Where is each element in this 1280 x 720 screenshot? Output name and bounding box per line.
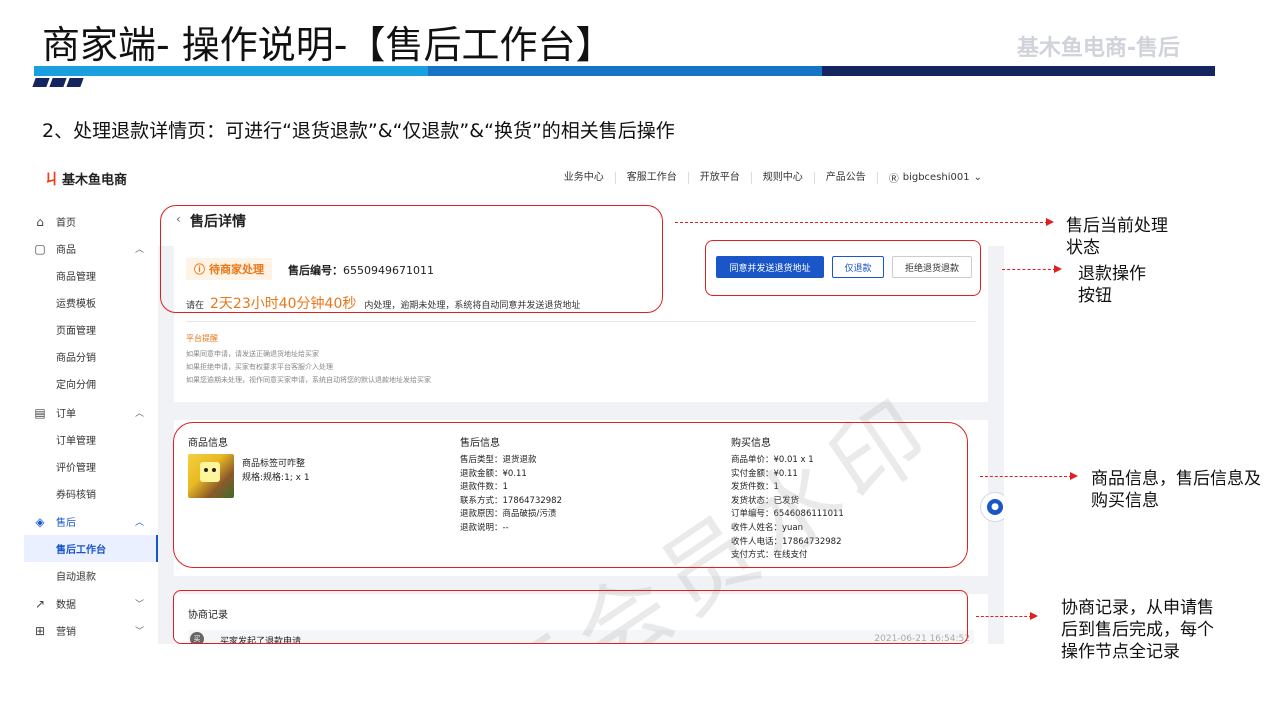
info-card: 商品信息 商品标签可咋整 规格:规格:1; x 1 售后信息 售后类型：退货退款… [174, 420, 988, 576]
arrow-icon [1030, 612, 1038, 620]
buttons-connector [1002, 269, 1056, 270]
brand-label: 基木鱼电商-售后 [1016, 36, 1180, 61]
chevron-down-icon: ⌄ [973, 172, 982, 183]
sidebar: ⌂ 首页 ▢ 商品 ︿ 商品管理 运费模板 页面管理 商品分销 定向分佣 ▤ 订单 ︿ 订… [24, 196, 158, 644]
chevron-up-icon: ︿ [134, 518, 144, 528]
user-menu[interactable]: Ⓡ bigbceshi001 ⌄ [878, 170, 982, 185]
product-name: 商品标签可咋整 [242, 459, 306, 469]
aftersale-number: 售后编号：6550949671011 [288, 264, 434, 277]
back-icon[interactable]: ‹ [176, 212, 181, 226]
nav-rules-center[interactable]: 规则中心 [752, 171, 815, 184]
sidebar-item-order-manage[interactable]: 订单管理 [24, 426, 158, 453]
sidebar-item-commission[interactable]: 定向分佣 [24, 370, 158, 397]
header-color-bar [34, 66, 1215, 76]
bar-segment-mid [428, 66, 822, 76]
log-entry-time: 2021-06-21 16:54:52 [874, 634, 970, 644]
sidebar-group-orders[interactable]: ▤ 订单 ︿ [24, 399, 158, 426]
reject-refund-button[interactable]: 拒绝退货退款 [892, 256, 972, 278]
order-icon: ▤ [34, 405, 46, 420]
shield-icon: ◈ [35, 514, 45, 529]
user-icon: Ⓡ [888, 174, 899, 185]
chevron-down-icon: ﹀ [134, 627, 144, 637]
nav-customer-service[interactable]: 客服工作台 [616, 171, 689, 184]
product-spec: 规格:规格:1; x 1 [242, 473, 310, 483]
sidebar-item-auto-refund[interactable]: 自动退款 [24, 562, 158, 589]
status-note: 售后当前处理 状态 [1066, 216, 1168, 258]
logo-mark-icon: ㄐ [44, 170, 60, 188]
status-connector [675, 222, 1048, 223]
negotiation-log-card: 协商记录 买 买家发起了退款申请 2021-06-21 16:54:52 [174, 594, 988, 644]
aftersale-info-title: 售后信息 [460, 438, 500, 449]
notice-line: 如果同意申请，请发送正确退货地址给买家 [186, 350, 319, 358]
notice-line: 如果您逾期未处理，视作同意买家申请，系统自动将您的默认退款地址发给买家 [186, 376, 431, 384]
chevron-up-icon: ︿ [134, 409, 144, 419]
detail-header: ‹ 售后详情 [158, 196, 1004, 246]
bar-segment-light [34, 66, 428, 76]
sidebar-item-shipping-template[interactable]: 运费模板 [24, 289, 158, 316]
log-note: 协商记录，从申请售 后到售后完成，每个 操作节点全记录 [1061, 598, 1214, 662]
box-icon: ▢ [34, 241, 46, 256]
notice-line: 如果拒绝申请，买家有权要求平台客服介入处理 [186, 363, 333, 371]
log-entry: 买 买家发起了退款申请 2021-06-21 16:54:52 [188, 630, 974, 644]
sidebar-group-marketing[interactable]: ⊞ 营销 ﹀ [24, 617, 158, 644]
info-connector [980, 476, 1072, 477]
refund-only-button[interactable]: 仅退款 [832, 256, 884, 278]
slide-subtitle: 2、处理退款详情页：可进行“退货退款”&“仅退款”&“换货”的相关售后操作 [42, 120, 675, 142]
divider [186, 321, 976, 322]
app-topbar: ㄐ 基木鱼电商 业务中心 客服工作台 开放平台 规则中心 产品公告 Ⓡ bigb… [24, 160, 1004, 196]
sidebar-item-aftersale-workbench[interactable]: 售后工作台 [24, 535, 158, 562]
nav-open-platform[interactable]: 开放平台 [689, 171, 752, 184]
nav-announcements[interactable]: 产品公告 [815, 171, 878, 184]
nav-business-center[interactable]: 业务中心 [553, 171, 616, 184]
purchase-info-title: 购买信息 [731, 438, 771, 449]
countdown-timer: 2天23小时40分钟40秒 [210, 296, 357, 312]
log-title: 协商记录 [188, 610, 228, 621]
product-image[interactable] [188, 454, 234, 498]
arrow-icon [1046, 218, 1054, 226]
purchase-info-list: 商品单价：¥0.01 x 1 实付金额：¥0.11 发货件数：1 发货状态：已发… [731, 455, 844, 561]
app-screenshot: ㄐ 基木鱼电商 业务中心 客服工作台 开放平台 规则中心 产品公告 Ⓡ bigb… [24, 160, 1004, 644]
app-logo[interactable]: ㄐ 基木鱼电商 [44, 168, 127, 189]
chat-float-button[interactable]: ● [980, 492, 1004, 522]
platform-notice-title: 平台提醒 [186, 334, 218, 343]
info-note: 商品信息，售后信息及 购买信息 [1091, 469, 1261, 511]
countdown-notice: 请在 2天23小时40分钟40秒 内处理，逾期未处理，系统将自动同意并发送退货地… [186, 293, 580, 313]
buyer-avatar: 买 [190, 632, 204, 644]
bar-segment-dark [822, 66, 1215, 76]
aftersale-info-list: 售后类型：退货退款 退款金额：¥0.11 退款件数：1 联系方式：1786473… [460, 455, 562, 533]
sidebar-group-data[interactable]: ↗ 数据 ﹀ [24, 590, 158, 617]
chevron-down-icon: ﹀ [134, 600, 144, 610]
chat-icon: ● [987, 499, 1003, 515]
arrow-icon [1054, 265, 1062, 273]
approve-send-address-button[interactable]: 同意并发送退货地址 [716, 256, 824, 278]
gift-icon: ⊞ [34, 623, 46, 638]
sidebar-item-coupon-verify[interactable]: 券码核销 [24, 480, 158, 507]
warning-icon: ⓘ [194, 263, 205, 276]
top-nav: 业务中心 客服工作台 开放平台 规则中心 产品公告 Ⓡ bigbceshi001… [553, 170, 982, 185]
sidebar-item-review-manage[interactable]: 评价管理 [24, 453, 158, 480]
home-icon: ⌂ [36, 214, 44, 229]
chevron-decoration [32, 78, 84, 87]
sidebar-item-distribution[interactable]: 商品分销 [24, 343, 158, 370]
sidebar-item-home[interactable]: ⌂ 首页 [24, 208, 158, 235]
logo-text: 基木鱼电商 [62, 173, 128, 188]
chart-icon: ↗ [34, 596, 46, 611]
status-card: ⓘ 待商家处理 售后编号：6550949671011 请在 2天23小时40分钟… [174, 240, 988, 402]
sidebar-group-goods[interactable]: ▢ 商品 ︿ [24, 235, 158, 262]
main-content: ‹ 售后详情 ⓘ 待商家处理 售后编号：6550949671011 请在 2天2… [158, 196, 1004, 644]
log-entry-text: 买家发起了退款申请 [220, 637, 302, 644]
status-badge: ⓘ 待商家处理 [186, 258, 272, 280]
buttons-note: 退款操作 按钮 [1078, 264, 1146, 306]
sidebar-group-aftersale[interactable]: ◈ 售后 ︿ [24, 508, 158, 535]
slide-title: 商家端- 操作说明-【售后工作台】 [42, 23, 614, 67]
page-title: 售后详情 [190, 214, 246, 230]
user-name: bigbceshi001 [902, 172, 970, 183]
product-info-title: 商品信息 [188, 438, 228, 449]
sidebar-item-page-manage[interactable]: 页面管理 [24, 316, 158, 343]
log-connector [976, 616, 1032, 617]
arrow-icon [1070, 472, 1078, 480]
chevron-up-icon: ︿ [134, 245, 144, 255]
sidebar-item-goods-manage[interactable]: 商品管理 [24, 262, 158, 289]
